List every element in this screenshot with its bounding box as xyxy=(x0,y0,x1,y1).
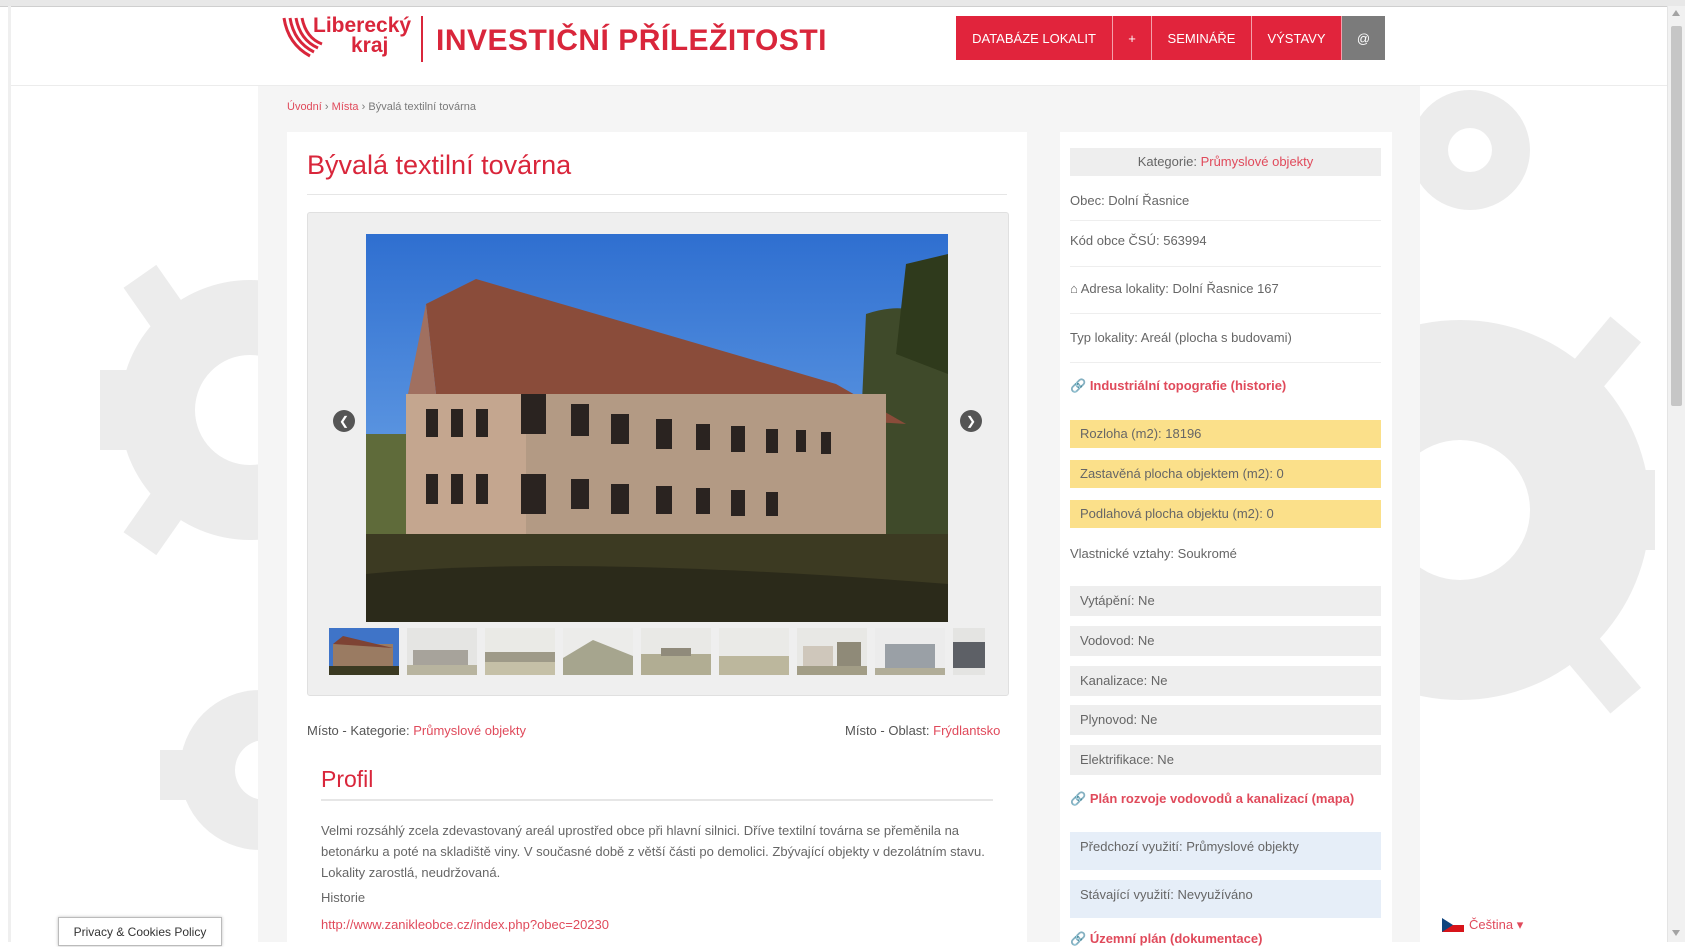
previous-use-row: Předchozí využití: Průmyslové objekty xyxy=(1070,832,1381,870)
industrial-topography-link[interactable]: Industriální topografie (historie) xyxy=(1090,378,1286,393)
water-plan-row: 🔗 Plán rozvoje vodovodů a kanalizací (ma… xyxy=(1070,791,1354,807)
czech-flag-icon xyxy=(1442,918,1464,932)
title-divider xyxy=(307,194,1007,195)
area-row: Rozloha (m2): 18196 xyxy=(1070,420,1381,448)
nav-exhibitions-button[interactable]: VÝSTAVY xyxy=(1252,16,1342,60)
meta-category-link[interactable]: Průmyslové objekty xyxy=(413,723,526,738)
ownership-row: Vlastnické vztahy: Soukromé xyxy=(1070,546,1237,561)
sewer-row: Kanalizace: Ne xyxy=(1070,666,1381,696)
page-left-edge xyxy=(8,6,11,942)
info-divider xyxy=(1070,266,1381,267)
gallery-thumbnail[interactable] xyxy=(953,628,985,675)
water-row: Vodovod: Ne xyxy=(1070,626,1381,656)
language-selector[interactable]: Čeština ▾ xyxy=(1442,917,1523,933)
municipality-row: Obec: Dolní Řasnice xyxy=(1070,193,1190,208)
gallery-next-arrow-icon[interactable]: ❯ xyxy=(960,410,982,432)
type-row: Typ lokality: Areál (plocha s budovami) xyxy=(1070,330,1292,345)
category-row: Kategorie: Průmyslové objekty xyxy=(1070,148,1381,176)
meta-area: Místo - Oblast: Frýdlantsko xyxy=(845,723,1001,738)
gallery-prev-arrow-icon[interactable]: ❮ xyxy=(333,410,355,432)
floor-area-row: Podlahová plocha objektu (m2): 0 xyxy=(1070,500,1381,528)
csu-code-row: Kód obce ČSÚ: 563994 xyxy=(1070,233,1207,248)
scroll-down-icon[interactable] xyxy=(1672,930,1680,936)
gallery-thumbnail[interactable] xyxy=(797,628,867,675)
history-link[interactable]: http://www.zanikleobce.cz/index.php?obec… xyxy=(321,917,609,932)
link-icon: 🔗 xyxy=(1070,931,1087,946)
zoning-plan-row: 🔗 Územní plán (dokumentace) xyxy=(1070,931,1262,947)
category-link[interactable]: Průmyslové objekty xyxy=(1201,154,1314,169)
scroll-up-icon[interactable] xyxy=(1672,10,1680,16)
meta-area-link[interactable]: Frýdlantsko xyxy=(933,723,1000,738)
breadcrumb-places-link[interactable]: Místa xyxy=(332,101,359,113)
page-title: Bývalá textilní továrna xyxy=(307,150,572,180)
breadcrumb: Úvodní › Místa › Bývalá textilní továrna xyxy=(287,101,476,113)
nav-database-button[interactable]: DATABÁZE LOKALIT xyxy=(956,16,1113,60)
link-icon: 🔗 xyxy=(1070,791,1087,806)
breadcrumb-current: Bývalá textilní továrna xyxy=(368,101,476,113)
meta-category: Místo - Kategorie: Průmyslové objekty xyxy=(307,723,526,738)
logo-divider xyxy=(421,16,423,62)
profile-heading: Profil xyxy=(321,766,374,792)
electricity-row: Elektrifikace: Ne xyxy=(1070,745,1381,775)
industrial-topography-row: 🔗 Industriální topografie (historie) xyxy=(1070,378,1286,394)
breadcrumb-home-link[interactable]: Úvodní xyxy=(287,101,322,113)
zoning-plan-link[interactable]: Územní plán (dokumentace) xyxy=(1090,931,1263,946)
profile-divider xyxy=(321,799,993,801)
address-row: ⌂ Adresa lokality: Dolní Řasnice 167 xyxy=(1070,281,1279,296)
heating-row: Vytápění: Ne xyxy=(1070,586,1381,616)
site-header xyxy=(11,7,1668,86)
nav-contact-button[interactable]: @ xyxy=(1342,16,1385,60)
main-nav: DATABÁZE LOKALIT + SEMINÁŘE VÝSTAVY @ xyxy=(956,16,1385,60)
gallery-thumbnail[interactable] xyxy=(719,628,789,675)
home-icon: ⌂ xyxy=(1070,281,1078,296)
main-photo[interactable] xyxy=(366,234,948,622)
logo-text: Liberecký kraj xyxy=(313,14,412,57)
profile-text: Velmi rozsáhlý zcela zdevastovaný areál … xyxy=(321,823,985,880)
site-title: INVESTIČNÍ PŘÍLEŽITOSTI xyxy=(436,24,827,57)
history-label: Historie xyxy=(321,890,366,905)
scrollbar-thumb[interactable] xyxy=(1671,26,1682,406)
background-gear-right-icon xyxy=(1420,90,1655,714)
nav-expand-button[interactable]: + xyxy=(1113,16,1152,60)
water-plan-link[interactable]: Plán rozvoje vodovodů a kanalizací (mapa… xyxy=(1090,791,1354,806)
built-area-row: Zastavěná plocha objektem (m2): 0 xyxy=(1070,460,1381,488)
gas-row: Plynovod: Ne xyxy=(1070,705,1381,735)
current-use-row: Stávající využití: Nevyužíváno xyxy=(1070,880,1381,918)
gallery-thumbnail[interactable] xyxy=(407,628,477,675)
gallery-thumbnails xyxy=(329,628,985,675)
gallery-thumbnail[interactable] xyxy=(563,628,633,675)
gallery-thumbnail[interactable] xyxy=(641,628,711,675)
gallery-thumbnail[interactable] xyxy=(875,628,945,675)
browser-top-edge xyxy=(0,0,1685,7)
page-scrollbar[interactable] xyxy=(1667,6,1685,942)
nav-seminars-button[interactable]: SEMINÁŘE xyxy=(1152,16,1252,60)
background-gear-left-icon xyxy=(100,264,270,850)
info-divider xyxy=(1070,313,1381,314)
gallery-thumbnail[interactable] xyxy=(329,628,399,675)
info-divider xyxy=(1070,220,1381,221)
gallery-thumbnail[interactable] xyxy=(485,628,555,675)
link-icon: 🔗 xyxy=(1070,378,1087,393)
info-divider xyxy=(1070,362,1381,363)
info-sidebar xyxy=(1060,132,1392,942)
